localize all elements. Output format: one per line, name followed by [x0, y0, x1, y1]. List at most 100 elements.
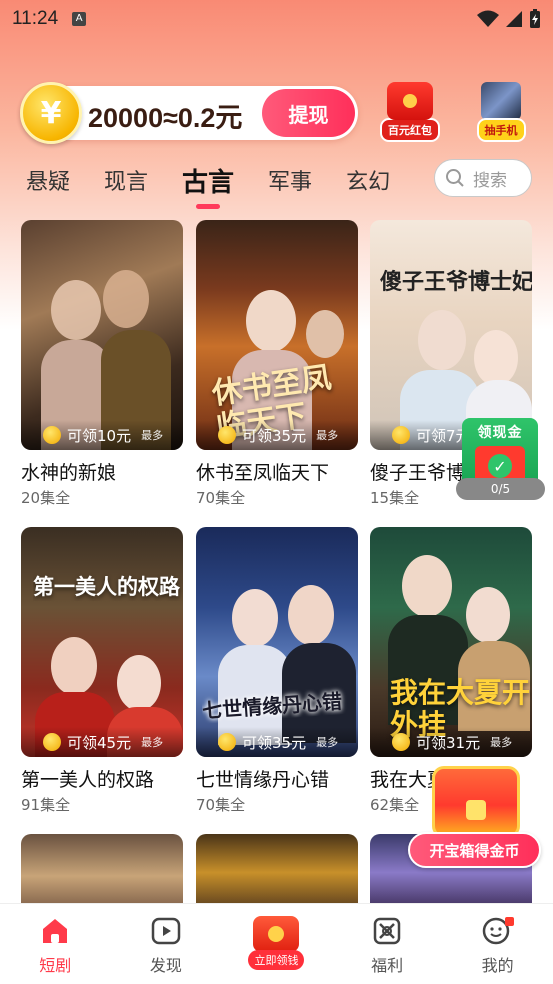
nav-label: 我的	[481, 956, 514, 975]
drama-card[interactable]: 七世情缘丹心错 可领35元 最多 七世情缘丹心错 70集全	[196, 527, 358, 815]
drama-episodes: 20集全	[21, 489, 71, 507]
drama-poster[interactable]	[21, 834, 183, 904]
reward-badge: 可领10元 最多	[21, 420, 183, 450]
reward-most: 最多	[490, 736, 513, 749]
open-treasure-button[interactable]: 开宝箱得金币	[408, 832, 541, 868]
tab-label: 玄幻	[346, 170, 391, 195]
nav-label: 福利	[371, 956, 404, 975]
wifi-icon	[477, 10, 499, 27]
coin-icon	[43, 733, 61, 751]
home-icon	[38, 914, 72, 948]
tab-fantasy[interactable]: 玄幻	[346, 164, 390, 196]
nav-welfare[interactable]: 福利	[332, 904, 443, 984]
poster-title-art: 傻子王爷博士妃	[380, 269, 532, 295]
coin-icon	[218, 733, 236, 751]
drama-title: 休书至凤临天下	[196, 462, 330, 484]
tab-label: 现言	[104, 170, 149, 195]
reward-most: 最多	[316, 736, 339, 749]
notification-a-icon: A	[72, 12, 87, 26]
play-icon	[149, 914, 183, 948]
drama-card[interactable]: 第一美人的权路 可领45元 最多 第一美人的权路 91集全	[21, 527, 183, 815]
nav-label: 立即领钱	[248, 950, 305, 970]
promo-red-envelope[interactable]: 百元红包	[375, 82, 445, 142]
drama-title: 水神的新娘	[21, 462, 117, 484]
nav-label: 发现	[149, 956, 182, 975]
cash-widget-title: 领现金	[477, 425, 523, 441]
drama-poster[interactable]: 第一美人的权路 可领45元 最多	[21, 527, 183, 757]
category-tabs: 悬疑 现言 古言 军事 玄幻	[26, 158, 424, 209]
reward-badge: 可领45元 最多	[21, 727, 183, 757]
search-input[interactable]: 搜索	[434, 159, 532, 197]
tab-military[interactable]: 军事	[268, 164, 312, 196]
chest-lock-icon	[466, 800, 486, 820]
drama-poster[interactable]: 休书至凤临天下 可领35元 最多	[196, 220, 358, 450]
drama-episodes: 70集全	[196, 489, 246, 507]
coin-icon	[392, 426, 410, 444]
coin-icon	[268, 926, 285, 942]
nav-short-drama[interactable]: 短剧	[0, 904, 111, 984]
promo-red-envelope-label: 百元红包	[380, 118, 440, 142]
poster-title-art: 第一美人的权路	[33, 574, 180, 599]
drama-poster[interactable]: 可领10元 最多	[21, 220, 183, 450]
search-icon	[446, 169, 464, 187]
treasure-chest[interactable]	[428, 760, 524, 840]
reward-text: 可领45元	[67, 733, 132, 752]
reward-text: 可领10元	[67, 426, 132, 445]
status-bar: 11:24 A	[0, 0, 553, 38]
drama-title: 第一美人的权路	[21, 769, 155, 791]
tab-modern-romance[interactable]: 现言	[104, 164, 148, 196]
tab-suspense[interactable]: 悬疑	[26, 164, 70, 196]
reward-text: 可领35元	[242, 426, 307, 445]
nav-earn-money[interactable]: 立即领钱	[221, 904, 332, 984]
reward-most: 最多	[141, 429, 164, 442]
coin-balance-bar: ¥ 20000≈0.2元 提现	[20, 82, 358, 144]
cash-progress: 0/5	[456, 478, 545, 500]
drama-card[interactable]	[196, 834, 358, 904]
coin-icon	[392, 733, 410, 751]
search-placeholder: 搜索	[473, 170, 507, 191]
reward-text: 可领35元	[242, 733, 307, 752]
withdraw-button[interactable]: 提现	[262, 89, 355, 137]
nav-label: 短剧	[39, 956, 72, 975]
drama-poster[interactable]	[196, 834, 358, 904]
red-envelope-icon	[253, 916, 300, 952]
gold-coin-icon: ¥	[20, 82, 82, 144]
coin-icon	[218, 426, 236, 444]
drama-episodes: 91集全	[21, 796, 71, 814]
status-icons	[477, 9, 541, 29]
bottom-navigation: 短剧 发现 立即领钱 福利 我的	[0, 903, 553, 984]
nav-discover[interactable]: 发现	[111, 904, 222, 984]
gift-grid-icon	[370, 914, 404, 948]
tab-label: 古言	[182, 167, 235, 198]
smiley-icon	[481, 914, 515, 948]
drama-poster[interactable]: 傻子王爷博士妃 可领7元 最多	[370, 220, 532, 450]
coin-amount: 20000≈0.2元	[88, 103, 243, 133]
phone-icon	[481, 82, 521, 120]
tab-active-indicator	[196, 203, 221, 209]
reward-text: 可领31元	[416, 733, 481, 752]
reward-badge: 可领35元 最多	[196, 420, 358, 450]
status-time: 11:24	[12, 8, 59, 29]
reward-most: 最多	[316, 429, 339, 442]
drama-episodes: 70集全	[196, 796, 246, 814]
drama-poster[interactable]: 我在大夏开外挂 可领31元 最多	[370, 527, 532, 757]
red-envelope-icon	[387, 82, 433, 120]
tab-ancient-romance[interactable]: 古言	[182, 162, 235, 209]
battery-icon	[530, 9, 540, 28]
drama-title: 七世情缘丹心错	[196, 769, 330, 791]
coin-icon	[43, 426, 61, 444]
drama-card[interactable]: 休书至凤临天下 可领35元 最多 休书至凤临天下 70集全	[196, 220, 358, 508]
promo-phone-label: 抽手机	[476, 118, 526, 142]
drama-poster[interactable]: 七世情缘丹心错 可领35元 最多	[196, 527, 358, 757]
drama-card[interactable]	[21, 834, 183, 904]
tab-label: 悬疑	[26, 170, 71, 195]
signal-icon	[506, 11, 522, 27]
tab-label: 军事	[268, 170, 313, 195]
drama-card[interactable]: 可领10元 最多 水神的新娘 20集全	[21, 220, 183, 508]
check-icon: ✓	[488, 454, 512, 478]
reward-most: 最多	[141, 736, 164, 749]
promo-phone-lottery[interactable]: 抽手机	[466, 82, 536, 142]
nav-profile[interactable]: 我的	[442, 904, 553, 984]
reward-badge: 可领31元 最多	[370, 727, 532, 757]
reward-badge: 可领35元 最多	[196, 727, 358, 757]
